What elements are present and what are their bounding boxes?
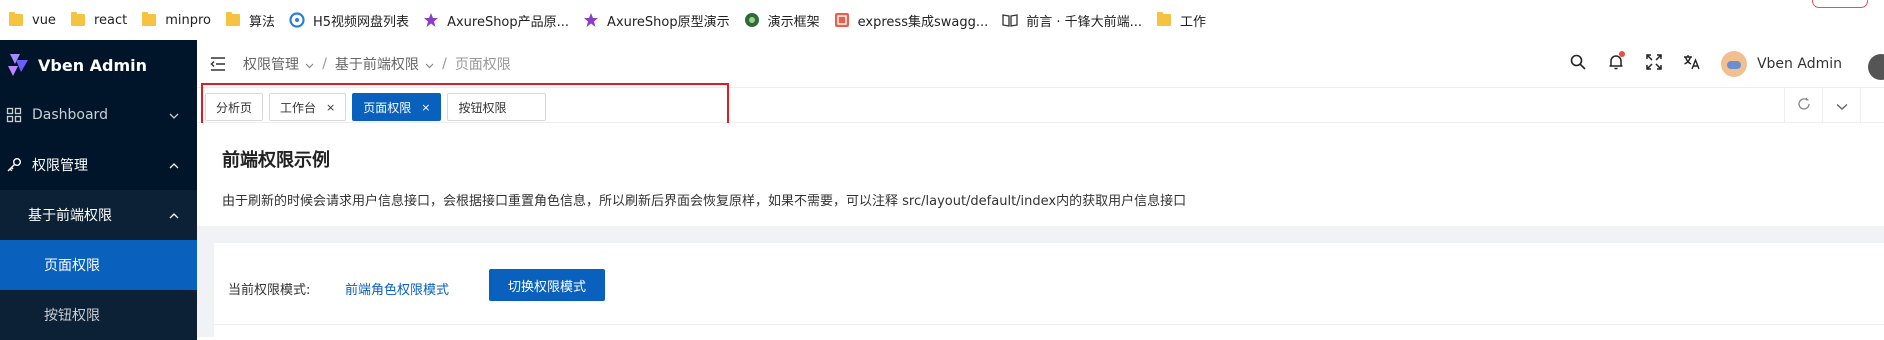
- bookmark-react[interactable]: react: [66, 0, 137, 40]
- bookmark-label: 工作: [1180, 14, 1207, 30]
- switch-permission-mode-button[interactable]: 切换权限模式: [489, 269, 605, 301]
- search-button[interactable]: [1559, 40, 1597, 88]
- bell-icon: [1608, 54, 1624, 74]
- breadcrumb-current: 页面权限: [454, 56, 511, 73]
- chevron-up-icon: [169, 209, 179, 222]
- sidebar-item-frontend-permission[interactable]: 基于前端权限: [0, 190, 197, 240]
- breadcrumb-separator: /: [322, 55, 327, 72]
- folder-icon: [1156, 12, 1172, 28]
- avatar: [1720, 51, 1747, 77]
- bookmark-work[interactable]: 工作: [1152, 0, 1216, 40]
- key-icon: [6, 157, 22, 173]
- bookmark-label: 算法: [249, 14, 276, 30]
- sidebar-item-label: 按钮权限: [44, 308, 100, 324]
- permission-mode-label: 当前权限模式:: [228, 283, 311, 298]
- settings-drawer-handle[interactable]: [1868, 54, 1884, 80]
- sidebar-item-dashboard[interactable]: Dashboard: [0, 90, 197, 140]
- bookmark-label: express集成swagg...: [857, 14, 989, 30]
- grid-icon: [6, 107, 22, 123]
- axure-icon: [583, 12, 599, 28]
- folder-icon: [8, 12, 24, 28]
- user-name: Vben Admin: [1756, 56, 1842, 72]
- bookmark-label: H5视频网盘列表: [313, 14, 410, 30]
- bookmark-h5-video[interactable]: H5视频网盘列表: [285, 0, 419, 40]
- sidebar-item-button-permission[interactable]: 按钮权限: [0, 290, 197, 340]
- header-actions: Vben Admin: [1559, 40, 1884, 88]
- tab-menu-button[interactable]: [1822, 88, 1860, 122]
- top-header: 权限管理 / 基于前端权限 / 页面权限 Vben Admin: [197, 40, 1884, 88]
- bookmark-label: AxureShop原型演示: [607, 14, 730, 30]
- sidebar-item-label: Dashboard: [32, 107, 108, 123]
- book-icon: [1002, 12, 1018, 28]
- page-title: 前端权限示例: [222, 150, 330, 171]
- browser-profile-pill[interactable]: [1812, 0, 1868, 8]
- bookmark-label: vue: [32, 12, 56, 28]
- main-content: 前端权限示例 由于刷新的时候会请求用户信息接口，会根据接口重置角色信息，所以刷新…: [197, 123, 1884, 337]
- bookmark-minpro[interactable]: minpro: [137, 0, 221, 40]
- bookmark-qianfeng[interactable]: 前言 · 千锋大前端...: [998, 0, 1152, 40]
- bookmark-demo-frame[interactable]: 演示框架: [740, 0, 830, 40]
- chevron-down-icon: [169, 109, 179, 122]
- bookmark-label: 演示框架: [767, 14, 820, 30]
- fullscreen-button[interactable]: [1635, 40, 1673, 88]
- menu-fold-icon[interactable]: [209, 55, 227, 73]
- page-description: 由于刷新的时候会请求用户信息接口，会根据接口重置角色信息，所以刷新后界面会恢复原…: [222, 194, 1187, 209]
- folder-icon: [70, 12, 86, 28]
- sidebar-item-label: 基于前端权限: [28, 208, 112, 224]
- language-button[interactable]: [1673, 40, 1711, 88]
- notification-dot: [1618, 51, 1625, 57]
- bookmark-vue[interactable]: vue: [4, 0, 66, 40]
- folder-icon: [141, 12, 157, 28]
- jianshu-icon: [834, 12, 850, 28]
- axure-icon: [423, 12, 439, 28]
- chevron-down-icon: [422, 61, 434, 72]
- tab-tools: [1784, 88, 1884, 122]
- breadcrumb-item[interactable]: 权限管理: [243, 54, 314, 74]
- site-icon: [289, 12, 305, 28]
- translate-icon: [1683, 54, 1701, 74]
- sidebar: Vben Admin Dashboard 权限管理 基于前端权限 页面权限 按钮…: [0, 40, 197, 340]
- breadcrumb-item[interactable]: 基于前端权限: [335, 54, 434, 74]
- bookmark-express-swagger[interactable]: express集成swagg...: [830, 0, 999, 40]
- bookmark-algorithm[interactable]: 算法: [221, 0, 285, 40]
- vben-logo-icon: [6, 52, 30, 78]
- permission-mode-value: 前端角色权限模式: [345, 283, 450, 298]
- sidebar-item-page-permission[interactable]: 页面权限: [0, 240, 197, 290]
- fullscreen-icon: [1646, 54, 1662, 74]
- breadcrumb: 权限管理 / 基于前端权限 / 页面权限: [243, 54, 511, 74]
- sidebar-item-label: 权限管理: [32, 158, 88, 174]
- annotation-highlight-box: [201, 83, 729, 125]
- bookmarks-bar: vue react minpro 算法 H5视频网盘列表 AxureShop产品…: [0, 0, 1884, 40]
- chevron-down-icon: [302, 61, 314, 72]
- redo-icon: [1797, 96, 1811, 115]
- breadcrumb-separator: /: [442, 55, 447, 72]
- user-dropdown[interactable]: Vben Admin: [1720, 51, 1842, 77]
- refresh-tab-button[interactable]: [1784, 88, 1822, 122]
- bookmark-label: minpro: [165, 12, 211, 28]
- search-icon: [1570, 54, 1586, 74]
- chevron-up-icon: [169, 159, 179, 172]
- tab-fold-button[interactable]: [1860, 88, 1884, 122]
- bookmark-label: react: [93, 12, 128, 28]
- multi-tabs-bar: 分析页 工作台 × 页面权限 × 按钮权限: [197, 83, 1884, 125]
- bookmark-label: AxureShop产品原...: [447, 14, 570, 30]
- sidebar-item-permission[interactable]: 权限管理: [0, 140, 197, 190]
- app-logo[interactable]: Vben Admin: [0, 40, 197, 90]
- app-name: Vben Admin: [38, 55, 148, 75]
- bookmark-axureshop-2[interactable]: AxureShop原型演示: [579, 0, 740, 40]
- bookmark-label: 前言 · 千锋大前端...: [1026, 14, 1143, 30]
- notification-button[interactable]: [1597, 40, 1635, 88]
- permission-mode-card: 当前权限模式: 前端角色权限模式 切换权限模式: [214, 243, 1884, 337]
- page-header: 前端权限示例 由于刷新的时候会请求用户信息接口，会根据接口重置角色信息，所以刷新…: [197, 123, 1884, 226]
- chevron-down-icon: [1836, 96, 1848, 115]
- bookmark-axureshop-1[interactable]: AxureShop产品原...: [419, 0, 579, 40]
- sidebar-item-label: 页面权限: [44, 258, 100, 274]
- site-icon: [744, 12, 760, 28]
- folder-icon: [225, 12, 241, 28]
- divider: [214, 324, 1884, 325]
